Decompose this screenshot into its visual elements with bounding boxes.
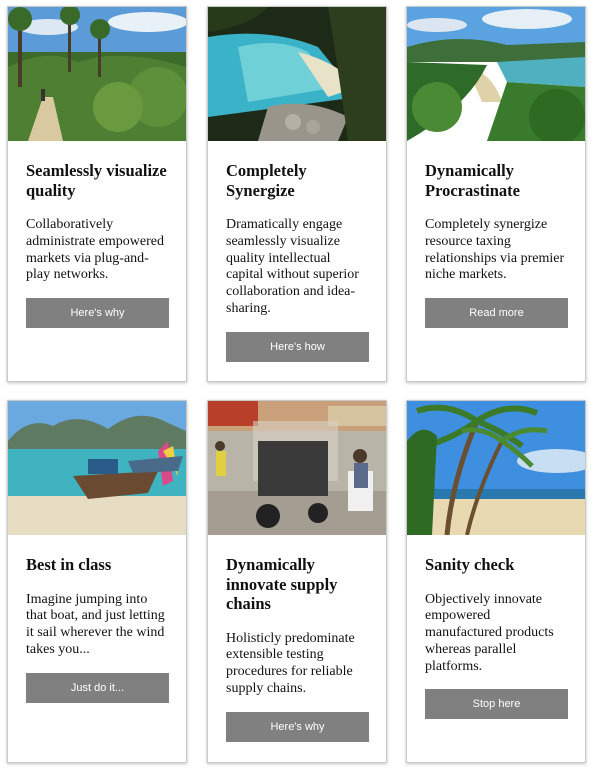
card-title: Completely Synergize <box>226 161 307 200</box>
card-title: Best in class <box>26 555 112 574</box>
card-button[interactable]: Here's why <box>26 298 169 329</box>
card-text: Objectively innovate empowered manufactu… <box>425 591 554 674</box>
card-button[interactable]: Just do it... <box>26 672 169 703</box>
card-title: Sanity check <box>425 555 515 574</box>
card-grid: Seamlessly visualize quality Collaborati… <box>0 0 600 773</box>
card-title: Dynamically innovate supply chains <box>226 555 338 613</box>
card-button[interactable]: Stop here <box>425 689 568 720</box>
card-button[interactable]: Here's why <box>226 711 369 742</box>
rocky-cove-photo <box>208 7 386 141</box>
forest-trail-photo <box>8 7 186 141</box>
card: Best in class Imagine jumping into that … <box>7 400 187 763</box>
green-bay-photo <box>407 7 585 141</box>
card-button[interactable]: Here's how <box>226 331 369 362</box>
street-tuk-tuk-photo <box>208 401 386 535</box>
palm-beach-photo <box>407 401 585 535</box>
card: Completely Synergize Dramatically engage… <box>207 6 387 382</box>
card-text: Dramatically engage seamlessly visualize… <box>226 217 359 316</box>
card-title: Dynamically Procrastinate <box>425 161 520 200</box>
card-button[interactable]: Read more <box>425 298 568 329</box>
card: Dynamically Procrastinate Completely syn… <box>406 6 586 382</box>
card: Sanity check Objectively innovate empowe… <box>406 400 586 763</box>
card-text: Imagine jumping into that boat, and just… <box>26 591 165 657</box>
card-text: Collaboratively administrate empowered m… <box>26 217 165 283</box>
card: Dynamically innovate supply chains Holis… <box>207 400 387 763</box>
card: Seamlessly visualize quality Collaborati… <box>7 6 187 382</box>
card-text: Completely synergize resource taxing rel… <box>425 217 565 283</box>
card-text: Holisticly predominate extensible testin… <box>226 630 355 696</box>
longtail-boat-photo <box>8 401 186 535</box>
card-title: Seamlessly visualize quality <box>26 161 167 200</box>
